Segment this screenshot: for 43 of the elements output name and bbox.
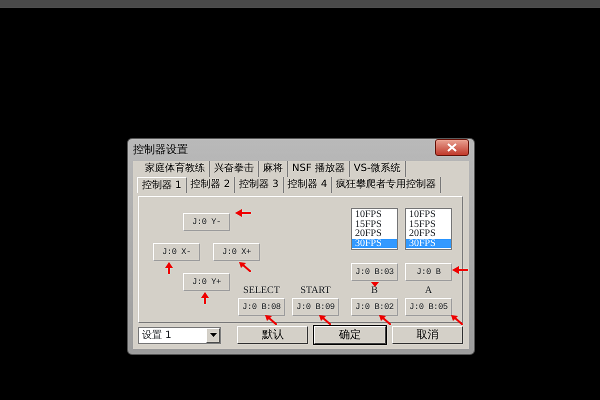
key-binding-field[interactable]: J:0 B:09 [292, 298, 339, 316]
dialog-button[interactable]: 确定 [314, 326, 386, 344]
key-binding-field[interactable]: J:0 Y- [183, 213, 230, 231]
button-label: A [424, 285, 434, 297]
key-binding-field[interactable]: J:0 X- [153, 243, 200, 261]
button-label: SELECT [242, 285, 281, 297]
annotation-arrow-icon [371, 282, 379, 287]
button-label: START [299, 285, 332, 297]
list-option[interactable]: 15FPS [352, 220, 397, 230]
button-label: B [370, 285, 379, 297]
key-binding-field[interactable]: J:0 X+ [213, 243, 260, 261]
dropdown-button[interactable] [206, 328, 220, 342]
caret-icon [210, 333, 217, 337]
dialog-button[interactable]: 默认 [237, 326, 308, 344]
tab[interactable]: 控制器 1 [137, 177, 187, 193]
list-option[interactable]: 10FPS [352, 210, 397, 220]
dropdown-value: 设置 1 [142, 328, 172, 342]
annotation-arrow-icon [319, 315, 331, 325]
annotation-arrow-icon [451, 315, 463, 325]
fps-listbox[interactable]: 10FPS 15FPS 20FPS 30FPS [405, 208, 452, 250]
window-title: 控制器设置 [133, 142, 188, 158]
profile-dropdown[interactable]: 设置 1 [138, 326, 222, 344]
annotation-arrow-icon [265, 315, 277, 325]
annotation-arrow-icon [235, 209, 251, 217]
key-binding-field[interactable]: J:0 B:08 [238, 298, 285, 316]
annotation-arrow-icon [201, 292, 209, 304]
annotation-arrow-icon [165, 262, 173, 274]
close-button[interactable] [435, 139, 469, 156]
list-option[interactable]: 15FPS [406, 220, 451, 230]
key-binding-field[interactable]: J:0 B:05 [405, 298, 452, 316]
list-option[interactable]: 20FPS [352, 229, 397, 239]
fps-listbox[interactable]: 10FPS 15FPS 20FPS 30FPS [351, 208, 398, 250]
list-option[interactable]: 20FPS [406, 229, 451, 239]
annotation-arrow-icon [379, 315, 391, 325]
close-icon [447, 143, 457, 152]
annotation-arrow-icon [452, 266, 468, 274]
key-binding-field[interactable]: J:0 Y+ [183, 273, 230, 291]
list-option[interactable]: 10FPS [406, 210, 451, 220]
key-binding-field[interactable]: J:0 B [405, 263, 452, 281]
key-binding-field[interactable]: J:0 B:02 [351, 298, 398, 316]
dialog-button[interactable]: 取消 [392, 326, 463, 344]
annotation-arrow-icon [239, 262, 251, 272]
key-binding-field[interactable]: J:0 B:03 [351, 263, 398, 281]
